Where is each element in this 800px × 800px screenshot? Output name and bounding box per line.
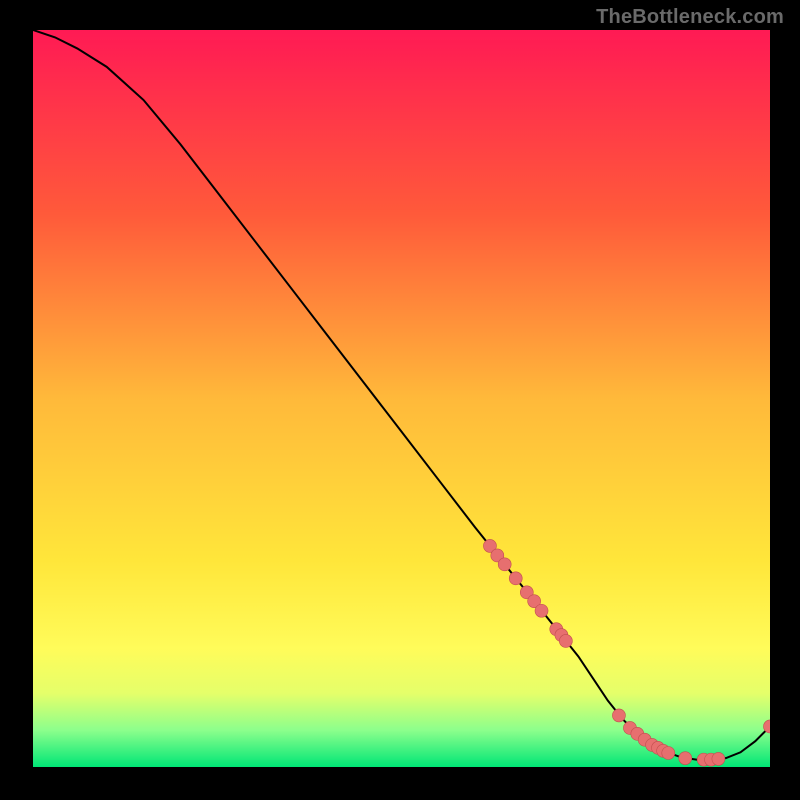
data-marker	[712, 752, 725, 765]
chart-plot-area	[33, 30, 770, 767]
bottleneck-curve	[33, 30, 770, 760]
data-marker	[498, 558, 511, 571]
data-marker	[679, 752, 692, 765]
data-marker	[535, 604, 548, 617]
marker-group	[483, 539, 770, 766]
data-marker	[662, 747, 675, 760]
data-marker	[559, 634, 572, 647]
chart-overlay	[33, 30, 770, 767]
data-marker	[612, 709, 625, 722]
data-marker	[509, 572, 522, 585]
watermark-text: TheBottleneck.com	[596, 6, 784, 29]
